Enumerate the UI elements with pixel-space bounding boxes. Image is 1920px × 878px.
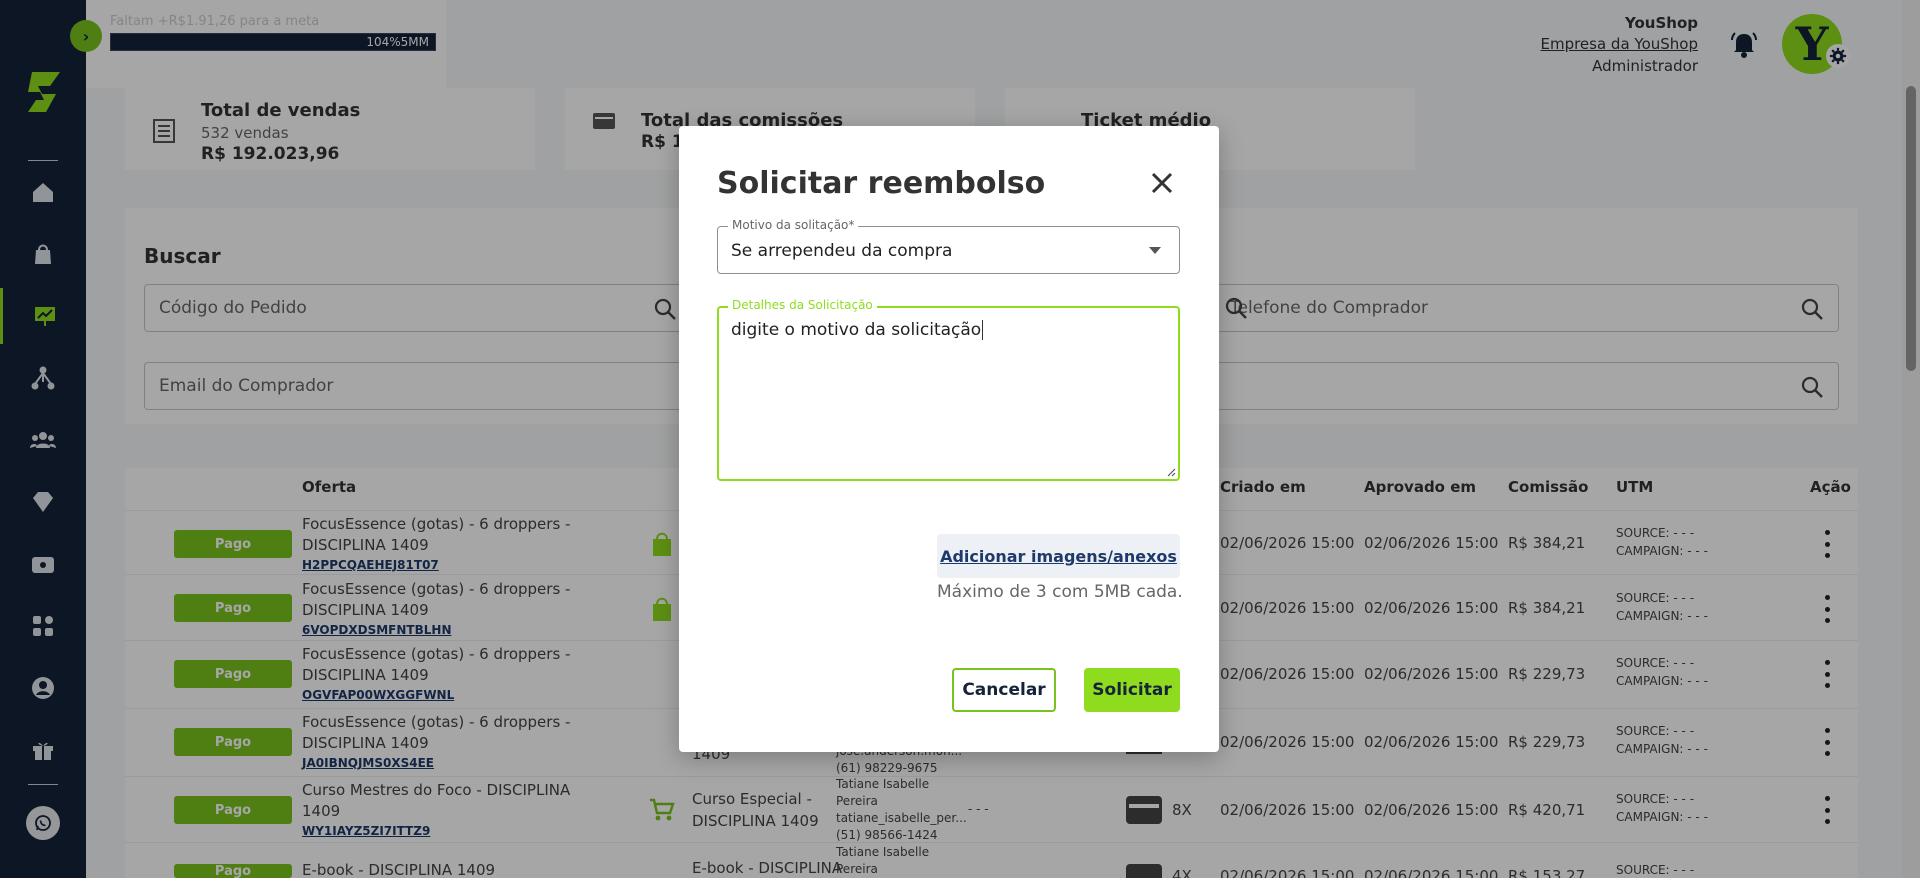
details-label: Detalhes da Solicitação: [728, 298, 877, 312]
resize-handle-icon[interactable]: [1166, 467, 1176, 477]
close-icon[interactable]: [1149, 170, 1175, 196]
details-textarea[interactable]: Detalhes da Solicitação digite o motivo …: [717, 298, 1180, 481]
modal-title: Solicitar reembolso: [717, 166, 1046, 201]
cancel-button[interactable]: Cancelar: [952, 668, 1056, 712]
reason-label: Motivo da solitação*: [728, 218, 859, 232]
add-attachments-button[interactable]: Adicionar imagens/anexos: [937, 534, 1180, 578]
reason-value: Se arrependeu da compra: [731, 241, 953, 261]
caret-down-icon: [1149, 247, 1161, 254]
details-value: digite o motivo da solicitação: [731, 320, 984, 340]
reason-select[interactable]: Motivo da solitação* Se arrependeu da co…: [717, 218, 1180, 274]
submit-button[interactable]: Solicitar: [1084, 668, 1180, 712]
attachments-hint: Máximo de 3 com 5MB cada.: [937, 582, 1183, 602]
refund-request-modal: Solicitar reembolso Motivo da solitação*…: [679, 126, 1219, 752]
